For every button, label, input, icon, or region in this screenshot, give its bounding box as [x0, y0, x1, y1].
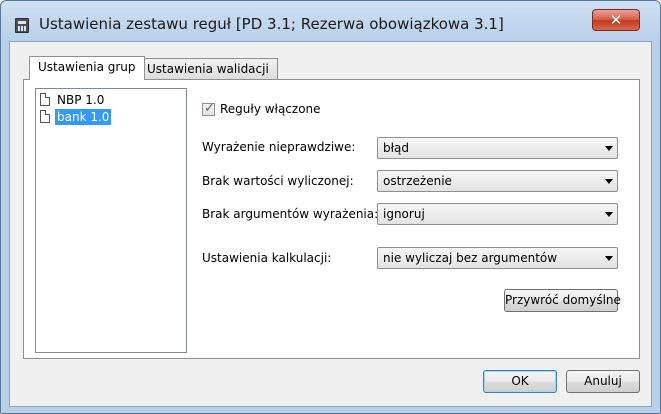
- tree-item-label: bank 1.0: [55, 109, 112, 125]
- false-expression-select[interactable]: błąd: [377, 137, 618, 159]
- ok-button[interactable]: OK: [483, 370, 557, 393]
- close-icon: ✕: [609, 11, 623, 29]
- close-button[interactable]: ✕: [592, 9, 640, 31]
- file-icon: [40, 110, 50, 123]
- dialog-window: Ustawienia zestawu reguł [PD 3.1; Rezerw…: [0, 0, 661, 414]
- select-value: ostrzeżenie: [383, 174, 452, 188]
- missing-args-select[interactable]: ignoruj: [377, 203, 618, 225]
- dialog-client-area: Ustawienia grup Ustawienia walidacji NBP…: [9, 41, 652, 407]
- missing-value-label: Brak wartości wyliczonej:: [202, 174, 354, 188]
- select-value: błąd: [383, 141, 409, 155]
- select-value: ignoruj: [383, 207, 425, 221]
- chevron-down-icon: [605, 179, 613, 184]
- restore-defaults-button[interactable]: Przywróć domyślne: [504, 289, 621, 312]
- chevron-down-icon: [605, 212, 613, 217]
- window-title: Ustawienia zestawu reguł [PD 3.1; Rezerw…: [39, 15, 504, 33]
- calc-settings-select[interactable]: nie wyliczaj bez argumentów: [377, 247, 618, 269]
- rules-enabled-label[interactable]: Reguły włączone: [220, 102, 321, 116]
- chevron-down-icon: [605, 146, 613, 151]
- tab-panel: NBP 1.0 bank 1.0 ✓ Reguły włączone Wyraż…: [23, 79, 640, 359]
- calculator-icon: [15, 18, 29, 33]
- rules-enabled-checkbox[interactable]: ✓: [202, 101, 215, 116]
- cancel-button[interactable]: Anuluj: [566, 370, 640, 393]
- select-value: nie wyliczaj bez argumentów: [383, 251, 558, 265]
- missing-value-select[interactable]: ostrzeżenie: [377, 170, 618, 192]
- group-tree[interactable]: NBP 1.0 bank 1.0: [35, 88, 187, 353]
- false-expression-label: Wyrażenie nieprawdziwe:: [202, 140, 356, 154]
- tab-group-settings[interactable]: Ustawienia grup: [29, 56, 145, 80]
- tab-validation-settings[interactable]: Ustawienia walidacji: [138, 58, 278, 80]
- tree-item-label: NBP 1.0: [57, 93, 105, 107]
- title-bar[interactable]: Ustawienia zestawu reguł [PD 3.1; Rezerw…: [1, 1, 660, 41]
- missing-args-label: Brak argumentów wyrażenia:: [202, 207, 379, 221]
- chevron-down-icon: [605, 256, 613, 261]
- checkmark-icon: ✓: [204, 101, 215, 116]
- calc-settings-label: Ustawienia kalkulacji:: [202, 251, 332, 265]
- file-icon: [40, 93, 50, 106]
